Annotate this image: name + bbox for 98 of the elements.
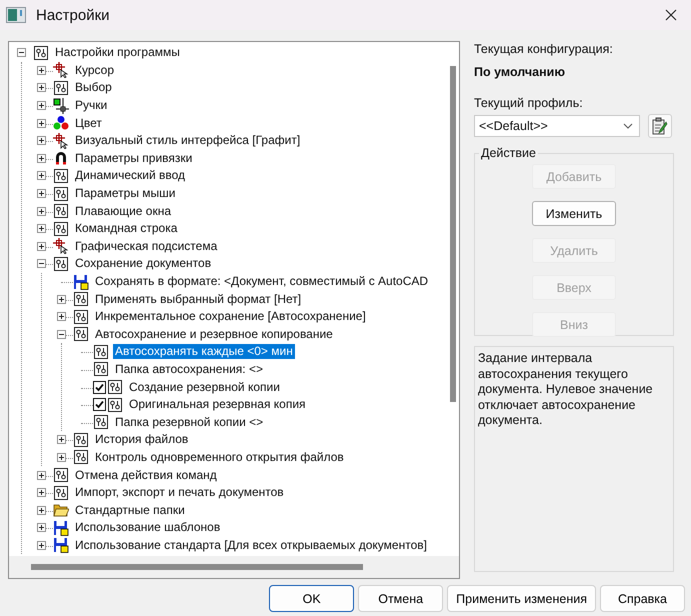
folder-icon <box>53 502 69 518</box>
tree-item[interactable]: Графическая подсистема <box>73 238 220 254</box>
expand-icon[interactable] <box>37 523 46 532</box>
profile-dropdown[interactable]: <<Default>> <box>474 115 640 137</box>
dialog-button[interactable]: Применить изменения <box>447 585 596 612</box>
tree-item[interactable]: Динамический ввод <box>73 168 188 184</box>
expand-icon[interactable] <box>57 452 66 462</box>
settings-icon <box>73 308 89 325</box>
action-button[interactable]: Изменить <box>532 201 616 226</box>
tree-item[interactable]: Отмена действия команд <box>73 468 219 483</box>
description-text: Задание интервала автосохранения текущего документа. Нулевое значение отключает автосохранение документа. <box>474 346 674 572</box>
expand-icon[interactable] <box>37 66 46 75</box>
tree-item[interactable]: Визуальный стиль интерфейса [Графит] <box>73 133 302 148</box>
profile-label: Текущий профиль: <box>474 95 584 111</box>
expand-icon[interactable] <box>37 488 46 498</box>
expand-icon[interactable] <box>37 154 46 163</box>
tree-item[interactable]: Выбор <box>73 80 114 96</box>
crosshair-cursor-icon <box>53 132 69 149</box>
tree-item[interactable]: Цвет <box>73 116 104 131</box>
settings-icon <box>53 168 69 184</box>
expand-icon[interactable] <box>37 506 46 515</box>
settings-icon <box>93 414 109 430</box>
tree-item[interactable]: Стандартные папки <box>73 502 187 518</box>
settings-icon <box>73 432 89 448</box>
config-value: По умолчанию <box>474 64 566 80</box>
tree-item[interactable]: Применять выбранный формат [Нет] <box>93 292 304 307</box>
expand-icon[interactable] <box>37 224 46 234</box>
edit-profile-button[interactable] <box>648 114 672 138</box>
expand-icon[interactable] <box>57 312 66 322</box>
tree-item[interactable]: Сохранение документов <box>73 256 214 272</box>
expand-icon[interactable] <box>37 470 46 480</box>
expand-icon[interactable] <box>37 101 46 110</box>
group-title: Действие <box>480 146 537 160</box>
crosshair-cursor-icon <box>53 238 69 254</box>
tree-item[interactable]: Настройки программы <box>53 45 182 60</box>
settings-icon <box>53 256 69 272</box>
tree-item[interactable]: Папка автосохранения: <> <box>113 362 265 377</box>
config-label: Текущая конфигурация: <box>474 41 614 57</box>
expand-icon[interactable] <box>37 540 46 550</box>
expand-icon[interactable] <box>37 206 46 216</box>
expand-icon[interactable] <box>57 294 66 304</box>
tree-item[interactable]: Использование шаблонов <box>73 520 222 536</box>
magnet-icon <box>53 150 69 166</box>
collapse-icon[interactable] <box>17 48 26 58</box>
tree-item[interactable]: Инкрементальное сохранение [Автосохранение] <box>93 309 368 324</box>
tree-item[interactable]: Ручки <box>73 98 110 114</box>
settings-icon <box>107 396 123 413</box>
expand-icon[interactable] <box>37 242 46 251</box>
close-icon[interactable] <box>665 9 677 21</box>
dialog-button[interactable]: Справка <box>600 585 685 612</box>
crosshair-cursor-icon <box>53 62 69 78</box>
settings-icon <box>73 449 89 466</box>
chevron-down-icon <box>623 123 633 129</box>
settings-icon <box>53 484 69 501</box>
tree-item[interactable]: Автосохранять каждые <0> мин <box>113 344 295 360</box>
settings-icon <box>93 361 109 378</box>
tree-item[interactable]: Командная строка <box>73 221 180 236</box>
checkbox[interactable] <box>93 380 106 394</box>
tree-item[interactable]: Создание резервной копии <box>127 380 282 395</box>
tree-item[interactable]: Параметры привязки <box>73 150 194 166</box>
app-icon <box>6 7 26 23</box>
expand-icon[interactable] <box>37 118 46 128</box>
expand-icon[interactable] <box>57 435 66 444</box>
color-dots-icon <box>53 115 69 132</box>
tree-item[interactable]: Сохранять в формате: <Документ, совместимый с AutoCAD <box>93 274 430 290</box>
settings-icon <box>33 44 49 61</box>
tree-item[interactable]: Оригинальная резервная копия <box>127 397 308 412</box>
collapse-icon[interactable] <box>57 330 66 339</box>
settings-icon <box>73 291 89 308</box>
expand-icon[interactable] <box>37 189 46 198</box>
tree-item[interactable]: Использование стандарта [Для всех открываемых документов] <box>73 538 429 553</box>
grip-icon <box>53 98 69 114</box>
scrollbar-thumb[interactable] <box>31 564 363 570</box>
tree-item[interactable]: Параметры мыши <box>73 186 178 202</box>
expand-icon[interactable] <box>37 136 46 146</box>
tree-item[interactable]: История файлов <box>93 432 190 448</box>
dialog-button[interactable]: Отмена <box>358 585 444 612</box>
settings-icon <box>93 344 109 360</box>
settings-icon <box>53 220 69 237</box>
collapse-icon[interactable] <box>37 259 46 268</box>
dialog-button[interactable]: OK <box>269 585 354 612</box>
expand-icon[interactable] <box>37 83 46 92</box>
settings-icon <box>53 186 69 202</box>
expand-icon[interactable] <box>37 171 46 180</box>
scrollbar-thumb[interactable] <box>450 66 456 402</box>
tree-item[interactable]: Автосохранение и резервное копирование <box>93 326 335 342</box>
settings-icon <box>53 203 69 220</box>
settings-icon <box>53 467 69 484</box>
settings-icon <box>73 326 89 342</box>
settings-icon <box>53 80 69 96</box>
settings-icon <box>107 379 123 396</box>
tree-item[interactable]: Импорт, экспорт и печать документов <box>73 485 286 500</box>
checkbox[interactable] <box>93 398 106 412</box>
tree-item[interactable]: Курсор <box>73 62 116 78</box>
tree-item[interactable]: Папка резервной копии <> <box>113 414 266 430</box>
window-title: Настройки <box>36 6 110 24</box>
tree-item[interactable]: Плавающие окна <box>73 204 174 219</box>
tree-item[interactable]: Контроль одновременного открытия файлов <box>93 450 346 465</box>
